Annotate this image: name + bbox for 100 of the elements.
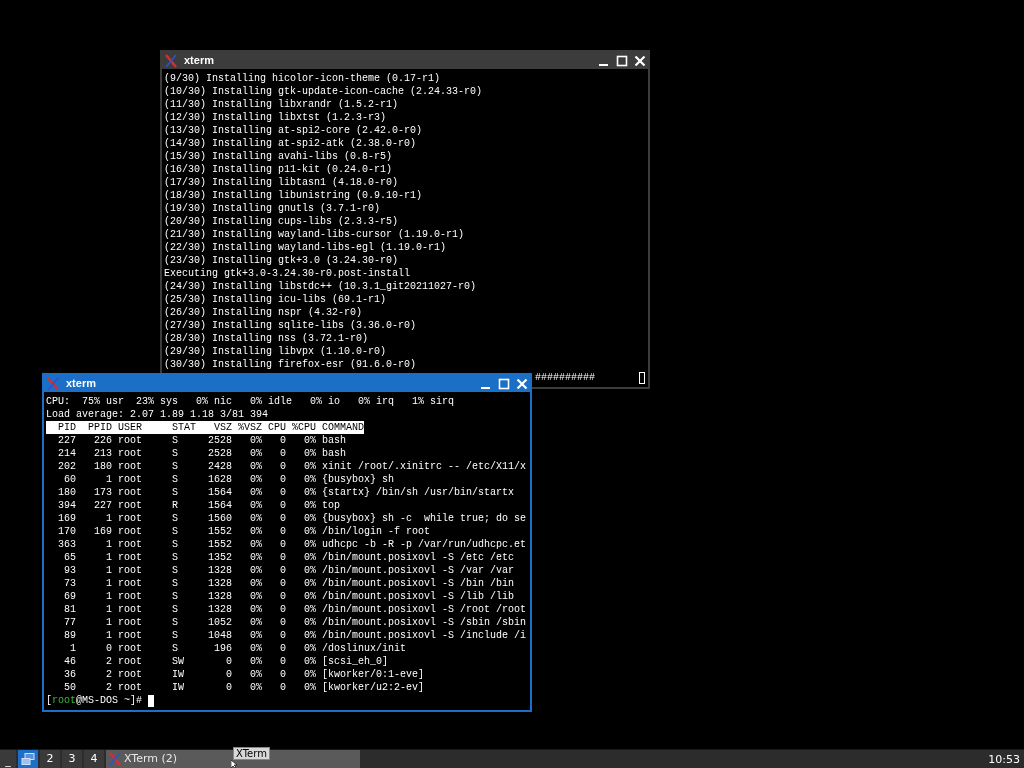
x-logo-icon [164,53,178,68]
output-line: (26/30) Installing nspr (4.32-r0) [164,306,364,319]
table-cell-text: 65 [63,551,76,564]
table-cell-text: 0% [303,447,316,460]
output-line: (27/30) Installing sqlite-libs (3.36.0-r0) [164,319,418,332]
table-cell-text: 81 [63,603,76,616]
table-cell-text: 89 [63,629,76,642]
table-cell-text: 1052 [207,616,232,629]
tooltip: XTerm [233,747,270,760]
output-line: (22/30) Installing wayland-libs-egl (1.19.0-r1) [164,241,448,254]
table-cell-text: 169 [93,525,112,538]
table-cell-text: 0 [279,668,286,681]
table-cell: xinit /root/.xinitrc -- /etc/X11/x [322,460,527,473]
table-cell-text: S [172,590,179,603]
table-cell: /bin/mount.posixovl -S /etc /etc [322,551,515,564]
table-cell-text: root [118,668,143,681]
table-cell-text: root [118,460,143,473]
table-cell-text: 180 [93,460,112,473]
table-cell: {startx} /bin/sh /usr/bin/startx [322,486,515,499]
table-cell-text: root [118,551,143,564]
windows-icon [21,753,35,765]
table-cell-text: root [118,473,143,486]
table-cell-text: 0% [249,629,262,642]
column-header: %VSZ [238,421,262,434]
table-cell: /bin/mount.posixovl -S /var /var [322,564,515,577]
close-icon[interactable] [516,377,528,390]
table-cell-text: 1 [105,629,112,642]
table-cell-text: 0% [303,434,316,447]
table-cell-text: root [118,486,143,499]
table-cell-text: 0% [249,590,262,603]
table-cell-text: 0% [249,434,262,447]
table-cell-text: root [118,512,143,525]
table-cell-text: S [172,486,179,499]
table-cell-text: 0 [225,655,232,668]
cursor [148,694,155,707]
output-line: (15/30) Installing avahi-libs (0.8-r5) [164,150,394,163]
mouse-pointer-icon [231,760,239,768]
table-cell-text: 0% [303,460,316,473]
table-cell-text: 1564 [207,486,232,499]
table-cell-text: 0 [279,460,286,473]
column-header: PPID [87,421,112,434]
table-cell-text: 0% [249,681,262,694]
workspace-button[interactable]: 4 [84,750,104,768]
table-cell-text: 0% [249,603,262,616]
table-cell-text: S [172,551,179,564]
table-cell-text: 1 [105,616,112,629]
table-cell-text: 0 [279,434,286,447]
column-header: USER [118,421,143,434]
maximize-icon[interactable] [616,54,628,67]
table-cell-text: 0% [303,473,316,486]
output-line: (28/30) Installing nss (3.72.1-r0) [164,332,370,345]
maximize-icon[interactable] [498,377,510,390]
table-cell-text: 69 [63,590,76,603]
table-cell-text: 0 [279,473,286,486]
table-cell: /bin/mount.posixovl -S /lib /lib [322,590,515,603]
table-cell-text: root [118,564,143,577]
table-cell-text: 1552 [207,538,232,551]
table-cell-text: S [172,460,179,473]
workspace-button[interactable]: 2 [40,750,60,768]
table-cell: top [322,499,340,512]
output-line: (21/30) Installing wayland-libs-cursor (1.19.0-r1) [164,228,466,241]
output-line: (11/30) Installing libxrandr (1.5.2-r1) [164,98,400,111]
table-cell-text: root [118,525,143,538]
table-cell-text: 0 [279,655,286,668]
x-logo-icon [108,752,122,766]
table-cell-text: 2 [105,681,112,694]
output-line: (16/30) Installing p11-kit (0.24.0-r1) [164,163,394,176]
table-cell-text: 0 [279,642,286,655]
table-cell: [kworker/u2:2-ev] [322,681,425,694]
table-cell-text: 0 [225,681,232,694]
table-cell-text: 0 [279,512,286,525]
table-cell-text: S [172,525,179,538]
table-cell: /bin/mount.posixovl -S /sbin /sbin [322,616,527,629]
show-desktop-button[interactable]: _ [0,750,16,768]
table-cell-text: 0 [279,499,286,512]
column-header: STAT [172,421,196,434]
table-cell-text: 1552 [207,525,232,538]
table-cell-text: 180 [57,486,76,499]
close-icon[interactable] [634,54,646,67]
workspace-button[interactable]: 3 [62,750,82,768]
table-cell-text: root [118,538,143,551]
table-cell-text: S [172,434,179,447]
table-cell-text: 1 [105,551,112,564]
output-line: (18/30) Installing libunistring (0.9.10-r1) [164,189,424,202]
table-cell-text: root [118,655,143,668]
window-title: xterm [184,53,214,69]
table-cell-text: 0% [303,655,316,668]
table-cell-text: IW [172,668,185,681]
table-cell-text: 196 [213,642,232,655]
workspace-button[interactable] [18,750,38,768]
table-cell-text: 226 [93,434,112,447]
table-cell-text: 0% [249,473,262,486]
table-cell-text: root [118,616,143,629]
table-cell-text: R [172,499,179,512]
table-cell-text: 1564 [207,499,232,512]
table-cell-text: 1628 [207,473,232,486]
table-cell-text: 0% [303,486,316,499]
table-cell-text: 0 [279,486,286,499]
table-cell-text: 0% [249,538,262,551]
table-cell-text: 0 [279,603,286,616]
